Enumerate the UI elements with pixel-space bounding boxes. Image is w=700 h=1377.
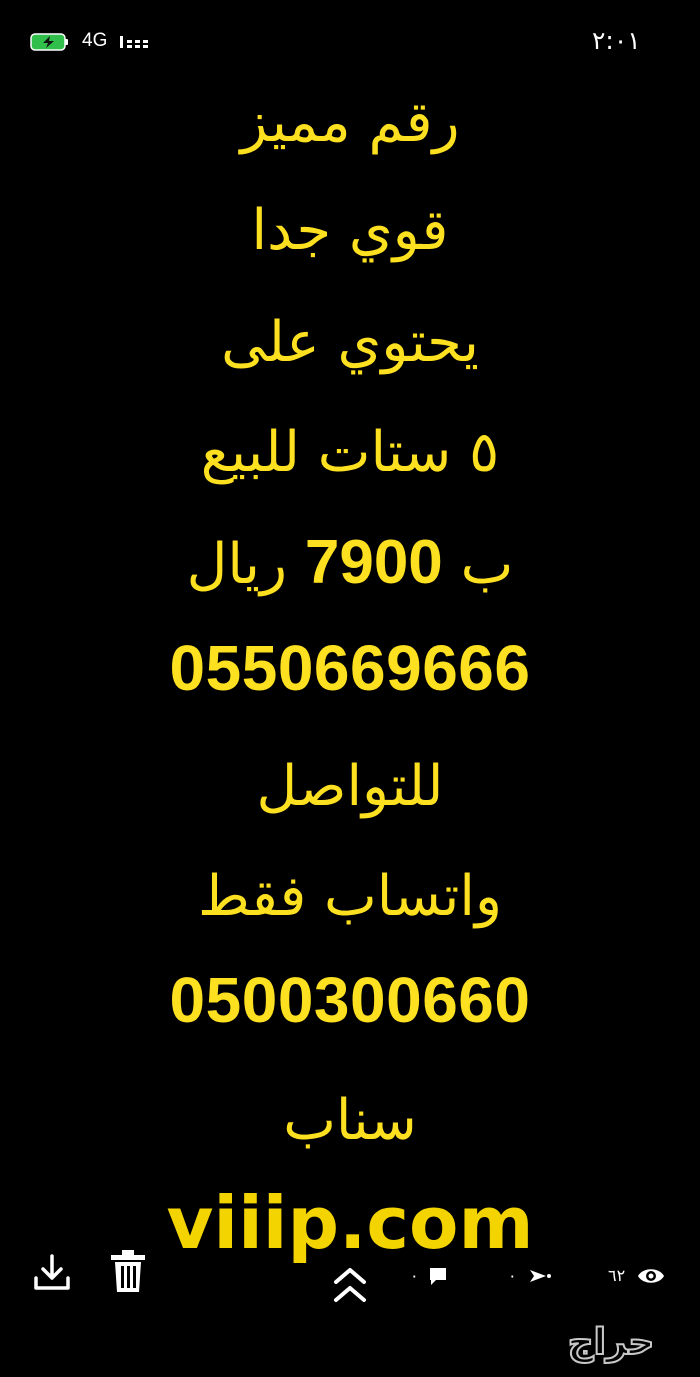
contact-method: واتساب فقط xyxy=(198,864,502,929)
brand-logo: حراج xyxy=(567,1321,656,1364)
chevron-up-icon[interactable] xyxy=(330,1264,370,1308)
status-bar: 4G ٢:٠١ xyxy=(0,0,700,80)
price-value: 7900 xyxy=(304,528,443,597)
views-count: ٦٢ xyxy=(608,1266,626,1285)
post-line-very-strong: قوي جدا xyxy=(251,198,449,263)
post-line-distinct-number: رقم مميز xyxy=(240,90,460,155)
price-currency: ريال xyxy=(186,532,288,597)
comment-icon[interactable] xyxy=(426,1264,450,1288)
shares-count: ٠ xyxy=(508,1266,517,1285)
snap-label: سناب xyxy=(283,1088,417,1153)
share-icon[interactable] xyxy=(524,1264,554,1288)
battery-charging-icon xyxy=(30,33,68,51)
phone-number: 0550669666 xyxy=(169,632,531,704)
price-line: ب 7900 ريال xyxy=(0,528,700,600)
post-content: رقم مميز قوي جدا يحتوي على ٥ ستات للبيع … xyxy=(0,88,700,1268)
signal-icon xyxy=(120,36,148,48)
contact-number: 0500300660 xyxy=(169,964,531,1036)
status-clock: ٢:٠١ xyxy=(592,26,641,55)
price-prefix: ب xyxy=(460,532,514,597)
contact-label: للتواصل xyxy=(256,754,444,819)
action-bar: ٠ ٠ ٦٢ xyxy=(0,1240,700,1310)
trash-icon[interactable] xyxy=(108,1248,148,1294)
brand-logo-text: حراج xyxy=(568,1322,655,1363)
eye-icon xyxy=(638,1269,664,1283)
comments-count: ٠ xyxy=(410,1266,419,1285)
post-line-contains: يحتوي على xyxy=(221,310,479,375)
post-line-sixes-for-sale: ٥ ستات للبيع xyxy=(200,420,500,485)
network-type: 4G xyxy=(82,30,108,51)
download-icon[interactable] xyxy=(30,1250,74,1294)
